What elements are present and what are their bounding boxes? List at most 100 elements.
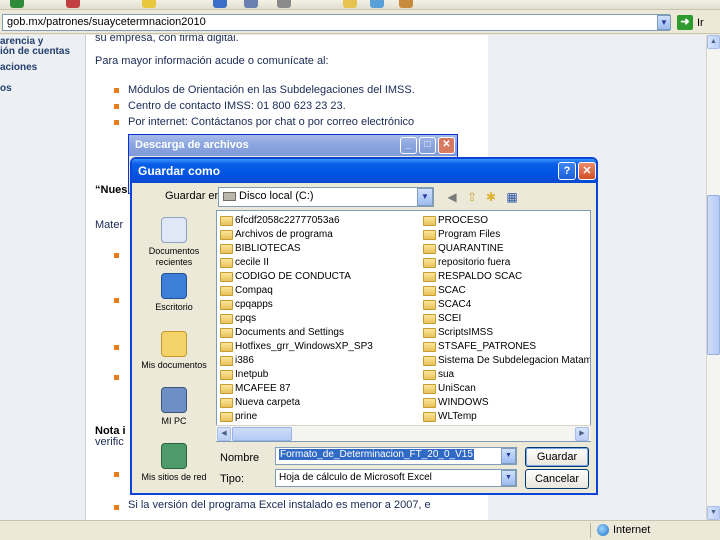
folder-item[interactable]: sua <box>423 368 590 382</box>
status-bar: Internet <box>0 520 720 540</box>
messenger-icon[interactable] <box>370 0 384 8</box>
folder-icon <box>220 286 233 296</box>
save-in-dropdown-icon[interactable]: ▼ <box>417 188 433 206</box>
folder-item[interactable]: Documents and Settings <box>220 326 373 340</box>
nav-item[interactable]: ión de cuentas <box>0 46 70 57</box>
place-label: Mis sitios de red <box>141 472 207 482</box>
print-icon[interactable] <box>277 0 291 8</box>
my-documents-icon <box>161 331 187 357</box>
folder-icon <box>423 258 436 268</box>
help-icon[interactable]: ? <box>558 162 576 180</box>
folder-item[interactable]: QUARANTINE <box>423 242 590 256</box>
folder-icon <box>423 300 436 310</box>
place-recent[interactable]: Documentos recientes <box>138 217 210 268</box>
folder-column: 6fcdf2058c22777053a6 Archivos de program… <box>220 214 373 424</box>
page-scrollbar[interactable]: ▲ ▼ <box>706 35 720 520</box>
save-button[interactable]: Guardar <box>525 447 589 467</box>
search-icon[interactable] <box>66 0 80 8</box>
folder-icon <box>220 272 233 282</box>
folder-item[interactable]: Hotfixes_grr_WindowsXP_SP3 <box>220 340 373 354</box>
folder-item[interactable]: 6fcdf2058c22777053a6 <box>220 214 373 228</box>
bullet-marker <box>114 298 119 303</box>
folder-name: BIBLIOTECAS <box>235 243 301 254</box>
folder-item[interactable]: cpqs <box>220 312 373 326</box>
bullet-marker <box>114 472 119 477</box>
folder-item[interactable]: i386 <box>220 354 373 368</box>
folder-item[interactable]: PROCESO <box>423 214 590 228</box>
scroll-right-icon[interactable]: ▶ <box>575 427 589 441</box>
filename-input[interactable]: Formato_de_Determinacion_FT_20_0_V15 <box>275 447 517 465</box>
folder-item[interactable]: Inetpub <box>220 368 373 382</box>
folder-item[interactable]: cpqapps <box>220 298 373 312</box>
new-folder-icon[interactable]: ✱ <box>483 189 499 205</box>
folder-item[interactable]: prine <box>220 410 373 424</box>
folder-item[interactable]: Program Files <box>423 228 590 242</box>
folder-item[interactable]: cecile II <box>220 256 373 270</box>
folder-item[interactable]: SCEI <box>423 312 590 326</box>
nav-item[interactable]: aciones <box>0 62 37 73</box>
back-icon[interactable]: ◀ <box>444 189 460 205</box>
place-desktop[interactable]: Escritorio <box>138 273 210 313</box>
go-button-label[interactable]: Ir <box>697 17 704 29</box>
folder-item[interactable]: BIBLIOTECAS <box>220 242 373 256</box>
folder-icon <box>220 300 233 310</box>
up-folder-icon[interactable]: ⇧ <box>464 189 480 205</box>
place-network[interactable]: Mis sitios de red <box>138 443 210 483</box>
folder-item[interactable]: WINDOWS <box>423 396 590 410</box>
address-input[interactable]: gob.mx/patrones/suaycetermnacion2010 <box>2 14 670 31</box>
view-menu-icon[interactable]: ▦ <box>504 189 520 205</box>
folder-icon <box>423 216 436 226</box>
bullet-marker <box>114 253 119 258</box>
cancel-button[interactable]: Cancelar <box>525 469 589 489</box>
bullet-marker <box>114 104 119 109</box>
folder-name: QUARANTINE <box>438 243 504 254</box>
folder-item[interactable]: MCAFEE 87 <box>220 382 373 396</box>
folder-name: Inetpub <box>235 369 269 380</box>
folder-item[interactable]: ScriptsIMSS <box>423 326 590 340</box>
folder-item[interactable]: WLTemp <box>423 410 590 424</box>
folder-icon <box>423 272 436 282</box>
section-heading: “Nues <box>95 184 128 196</box>
left-nav: arencia y ión de cuentas aciones os <box>0 35 86 520</box>
address-dropdown-icon[interactable]: ▼ <box>657 15 671 30</box>
minimize-icon[interactable]: _ <box>400 137 417 154</box>
folder-item[interactable]: SCAC4 <box>423 298 590 312</box>
folder-item[interactable]: Compaq <box>220 284 373 298</box>
place-label: Escritorio <box>155 302 193 312</box>
filetype-dropdown-icon[interactable]: ▼ <box>501 470 516 486</box>
folder-item[interactable]: SCAC <box>423 284 590 298</box>
file-list[interactable]: 6fcdf2058c22777053a6 Archivos de program… <box>216 210 591 442</box>
scroll-left-icon[interactable]: ◀ <box>217 427 231 441</box>
folder-item[interactable]: Archivos de programa <box>220 228 373 242</box>
dialog-title: Guardar como <box>132 159 596 183</box>
filetype-select[interactable]: Hoja de cálculo de Microsoft Excel <box>275 469 517 487</box>
file-list-hscrollbar[interactable]: ◀ ▶ <box>216 425 591 441</box>
go-arrow-icon[interactable]: ➜ <box>677 15 693 30</box>
folder-item[interactable]: UniScan <box>423 382 590 396</box>
folder-name: sua <box>438 369 455 380</box>
filename-dropdown-icon[interactable]: ▼ <box>501 448 516 464</box>
history-icon[interactable] <box>213 0 227 8</box>
folder-item[interactable]: Nueva carpeta <box>220 396 373 410</box>
folder-item[interactable]: RESPALDO SCAC <box>423 270 590 284</box>
scroll-thumb[interactable] <box>707 195 720 355</box>
save-in-select[interactable]: Disco local (C:) <box>218 187 434 207</box>
place-my-computer[interactable]: MI PC <box>138 387 210 427</box>
close-icon[interactable]: ✕ <box>578 162 596 180</box>
scroll-down-icon[interactable]: ▼ <box>707 506 720 520</box>
favorites-icon[interactable] <box>142 0 156 8</box>
folder-item[interactable]: STSAFE_PATRONES <box>423 340 590 354</box>
folder-item[interactable]: Sistema De Subdelegacion Matamoros <box>423 354 590 368</box>
close-icon[interactable]: ✕ <box>438 137 455 154</box>
nav-item[interactable]: os <box>0 83 12 94</box>
back-icon[interactable] <box>10 0 24 8</box>
edit-icon[interactable] <box>343 0 357 8</box>
scroll-up-icon[interactable]: ▲ <box>707 35 720 49</box>
hscroll-thumb[interactable] <box>232 427 292 441</box>
mail-icon[interactable] <box>244 0 258 8</box>
maximize-icon[interactable]: □ <box>419 137 436 154</box>
place-my-documents[interactable]: Mis documentos <box>138 331 210 371</box>
research-icon[interactable] <box>399 0 413 8</box>
folder-item[interactable]: repositorio fuera <box>423 256 590 270</box>
folder-item[interactable]: CODIGO DE CONDUCTA <box>220 270 373 284</box>
